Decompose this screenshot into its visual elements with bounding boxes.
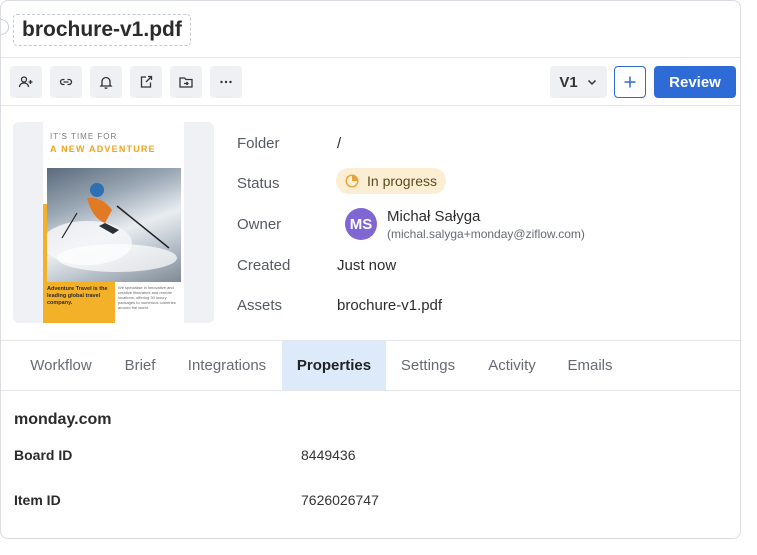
header-divider bbox=[1, 57, 740, 58]
move-to-folder-button[interactable] bbox=[170, 66, 202, 98]
created-value: Just now bbox=[337, 257, 397, 274]
owner-name: Michał Sałyga bbox=[387, 208, 481, 225]
brochure-preview: IT'S TIME FOR A NEW ADVENTURE Adventure … bbox=[42, 122, 184, 323]
asset-thumbnail[interactable]: IT'S TIME FOR A NEW ADVENTURE Adventure … bbox=[13, 122, 214, 323]
more-options-button[interactable] bbox=[210, 66, 242, 98]
skier-photo bbox=[42, 168, 181, 282]
assets-value[interactable]: brochure-v1.pdf bbox=[337, 297, 442, 314]
share-icon bbox=[140, 75, 153, 88]
brochure-heading-line2: A NEW ADVENTURE bbox=[50, 144, 156, 154]
tab-emails[interactable]: Emails bbox=[558, 341, 622, 390]
version-select[interactable]: V1 bbox=[550, 66, 607, 98]
asset-title[interactable]: brochure-v1.pdf bbox=[13, 14, 191, 46]
chevron-down-icon bbox=[587, 79, 596, 86]
in-progress-icon bbox=[345, 174, 359, 188]
more-icon bbox=[220, 80, 232, 84]
board-id-value: 8449436 bbox=[301, 447, 356, 463]
toolbar-divider bbox=[1, 105, 740, 106]
add-member-button[interactable] bbox=[10, 66, 42, 98]
item-id-value: 7626026747 bbox=[301, 492, 379, 508]
status-badge[interactable]: In progress bbox=[336, 168, 447, 194]
tab-properties[interactable]: Properties bbox=[282, 341, 386, 390]
asset-details-panel: brochure-v1.pdf V1 Review IT'S TIME FOR … bbox=[0, 0, 741, 539]
add-version-button[interactable] bbox=[614, 66, 646, 98]
tab-workflow[interactable]: Workflow bbox=[14, 341, 108, 390]
collapse-handle[interactable] bbox=[1, 19, 9, 35]
tab-bar: Workflow Brief Integrations Properties S… bbox=[1, 341, 740, 390]
tab-brief[interactable]: Brief bbox=[112, 341, 168, 390]
brochure-tagline: Adventure Travel is the leading global t… bbox=[43, 282, 115, 323]
created-label: Created bbox=[237, 257, 291, 274]
tabs-bottom-divider bbox=[1, 390, 740, 391]
avatar: MS bbox=[345, 208, 377, 240]
link-icon bbox=[59, 78, 73, 86]
brochure-heading-line1: IT'S TIME FOR bbox=[50, 132, 118, 141]
share-button[interactable] bbox=[130, 66, 162, 98]
status-label: Status bbox=[237, 175, 280, 192]
version-label: V1 bbox=[559, 73, 578, 91]
owner-email: (michal.salyga+monday@ziflow.com) bbox=[387, 227, 585, 241]
folder-value[interactable]: / bbox=[337, 135, 341, 152]
review-button[interactable]: Review bbox=[654, 66, 736, 98]
notifications-button[interactable] bbox=[90, 66, 122, 98]
move-to-folder-icon bbox=[179, 77, 193, 88]
tab-integrations[interactable]: Integrations bbox=[172, 341, 282, 390]
status-text: In progress bbox=[367, 173, 438, 189]
copy-link-button[interactable] bbox=[50, 66, 82, 98]
tab-activity[interactable]: Activity bbox=[474, 341, 550, 390]
owner-label: Owner bbox=[237, 216, 282, 233]
folder-label: Folder bbox=[237, 135, 280, 152]
bell-icon bbox=[99, 76, 113, 89]
plus-icon bbox=[624, 76, 636, 88]
item-id-label: Item ID bbox=[14, 492, 61, 508]
tab-settings[interactable]: Settings bbox=[390, 341, 466, 390]
section-title: monday.com bbox=[14, 411, 112, 428]
assets-label: Assets bbox=[237, 297, 283, 314]
add-user-icon bbox=[18, 76, 33, 88]
brochure-body-text: We specialise in innovative and creative… bbox=[118, 285, 176, 310]
board-id-label: Board ID bbox=[14, 447, 73, 463]
